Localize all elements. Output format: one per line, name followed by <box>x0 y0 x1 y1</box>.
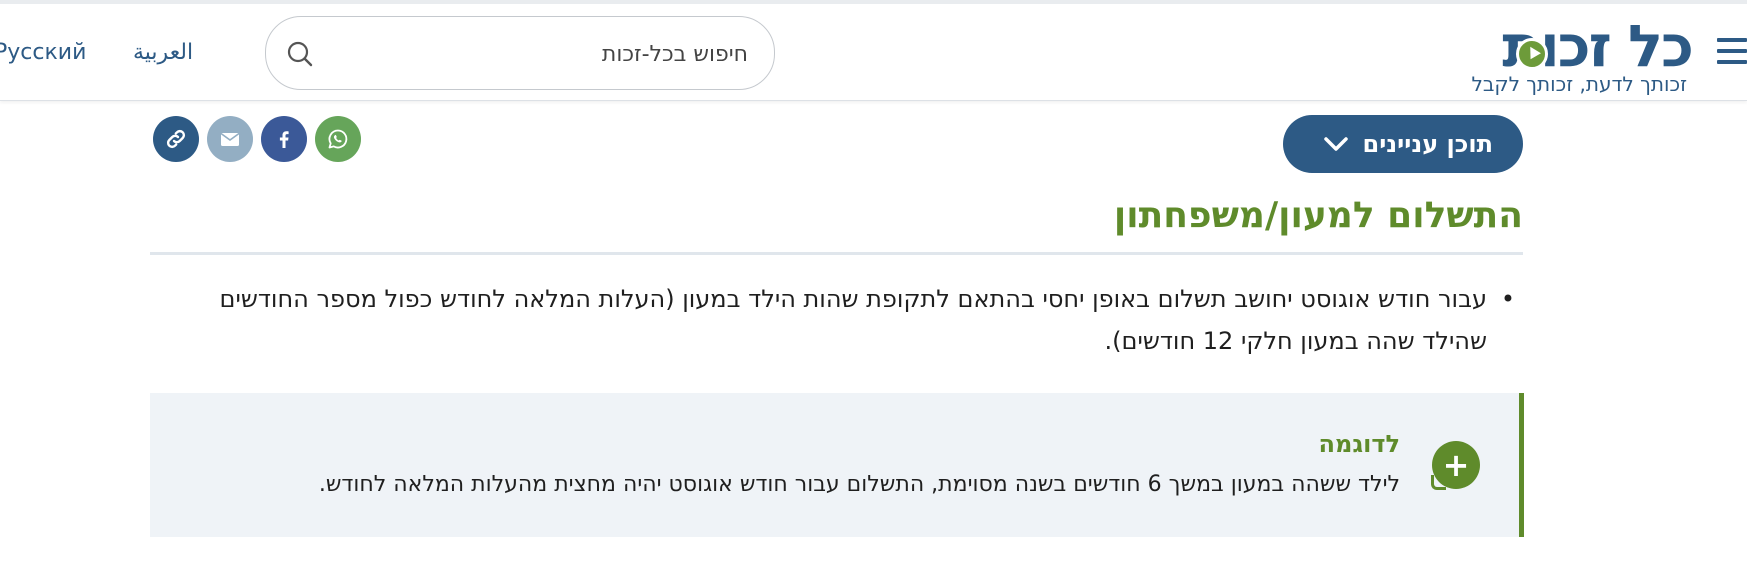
language-russian-link[interactable]: Русский <box>0 40 86 65</box>
expand-example-button[interactable]: + <box>1431 441 1480 490</box>
bullet-marker: • <box>1500 285 1515 313</box>
language-arabic-link[interactable]: العربية <box>133 40 193 65</box>
table-of-contents-button[interactable]: תוכן עניינים <box>1283 115 1523 173</box>
paragraph-text: עבור חודש אוגוסט יחושב תשלום באופן יחסי … <box>219 285 1487 355</box>
site-logo[interactable]: כל זכות זכותך לדעת, זכותך לקבל <box>1470 12 1694 100</box>
email-icon <box>220 132 240 146</box>
section-title: התשלום למעון/משפחתון <box>1113 195 1523 236</box>
logo-tagline: זכותך לדעת, זכותך לקבל <box>1471 72 1687 96</box>
example-text: לילד ששהה במעון במשך 6 חודשים בשנה מסוימ… <box>318 472 1400 497</box>
logo-cursor-icon <box>1516 38 1548 70</box>
plus-icon: + <box>1442 446 1470 484</box>
email-share-button[interactable] <box>207 116 253 162</box>
example-box <box>150 393 1524 537</box>
site-header: כל זכות זכותך לדעת, זכותך לקבל العربية Р… <box>0 4 1747 101</box>
whatsapp-share-button[interactable] <box>315 116 361 162</box>
menu-icon[interactable] <box>1717 38 1747 66</box>
content-paragraph: • עבור חודש אוגוסט יחושב תשלום באופן יחס… <box>170 278 1515 362</box>
search-input[interactable] <box>326 31 750 77</box>
facebook-icon <box>279 131 289 148</box>
title-divider <box>150 252 1523 255</box>
chevron-down-icon <box>1323 137 1348 151</box>
search-icon[interactable] <box>286 40 314 68</box>
copy-link-button[interactable] <box>153 116 199 162</box>
example-title: לדוגמה <box>1318 430 1400 458</box>
toc-label: תוכן עניינים <box>1362 130 1493 158</box>
search-box <box>265 16 775 90</box>
whatsapp-icon <box>328 129 348 149</box>
facebook-share-button[interactable] <box>261 116 307 162</box>
link-icon <box>166 129 186 149</box>
